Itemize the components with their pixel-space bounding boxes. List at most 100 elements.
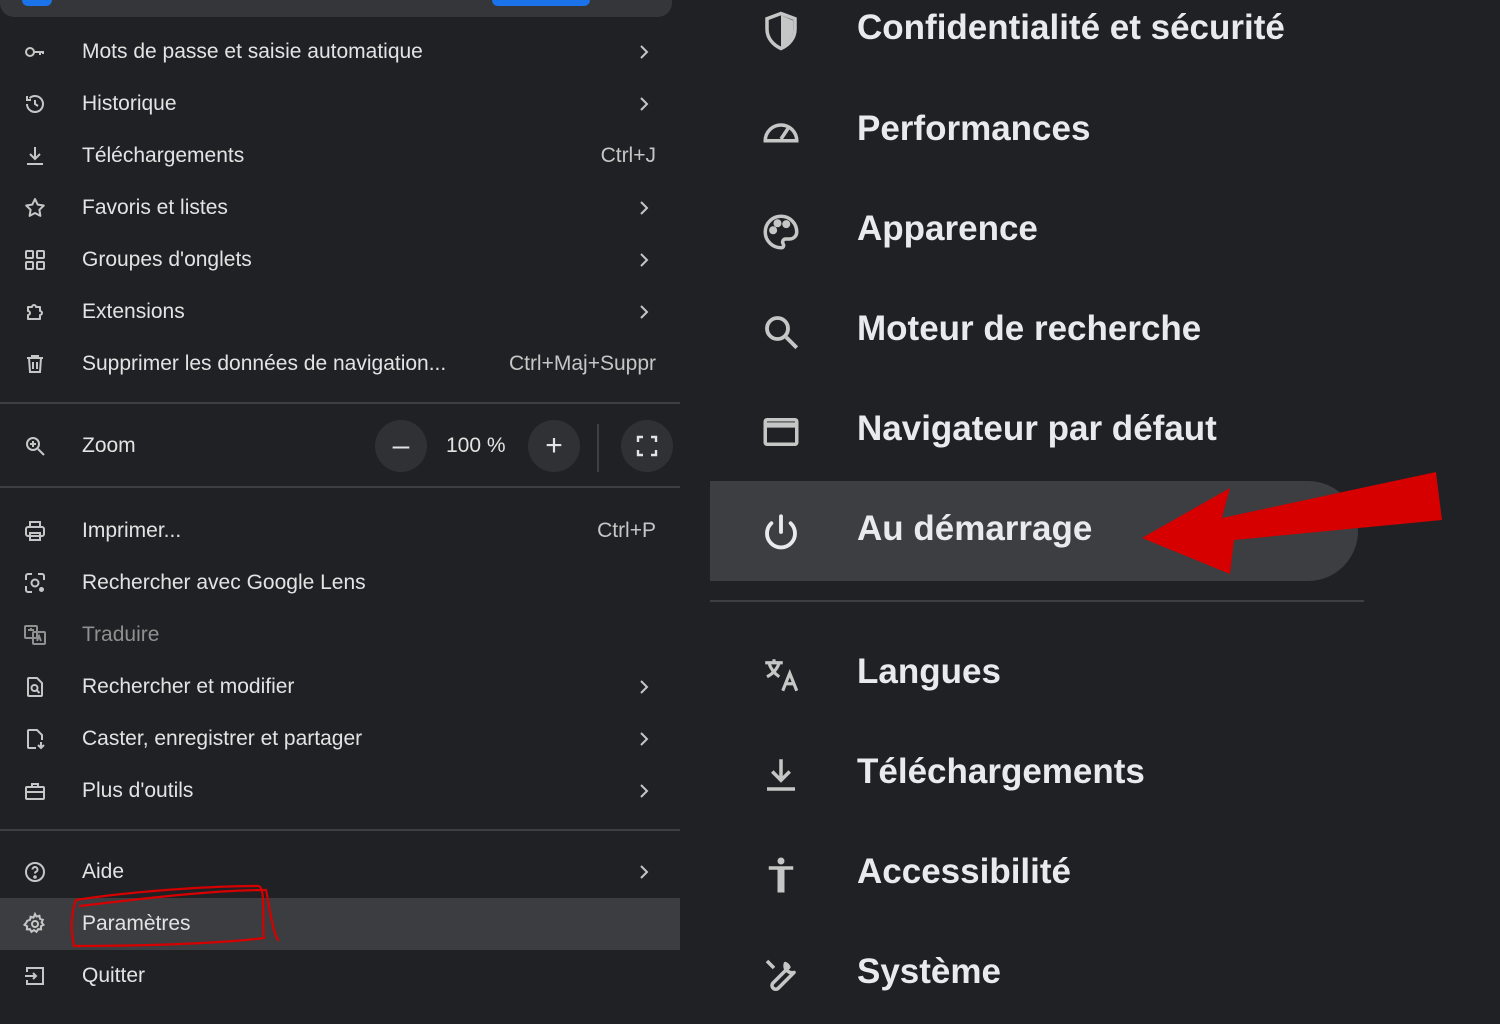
history-icon bbox=[22, 91, 48, 117]
trash-icon bbox=[22, 351, 48, 377]
fullscreen-button[interactable] bbox=[621, 420, 673, 472]
translate-icon bbox=[22, 622, 48, 648]
menu-item-label: Imprimer... bbox=[82, 519, 182, 542]
settings-item-system[interactable]: Système bbox=[710, 924, 1358, 1024]
zoom-separator bbox=[597, 424, 599, 472]
menu-item-passwords[interactable]: Mots de passe et saisie automatique bbox=[0, 26, 680, 78]
power-icon bbox=[758, 509, 804, 555]
menu-item-settings[interactable]: Paramètres bbox=[0, 898, 680, 950]
zoom-icon bbox=[22, 433, 48, 459]
chevron-right-icon bbox=[640, 865, 649, 879]
shortcut-text: Ctrl+J bbox=[600, 144, 656, 167]
menu-item-google-lens[interactable]: Rechercher avec Google Lens bbox=[0, 557, 680, 609]
zoom-out-button[interactable]: – bbox=[375, 420, 427, 472]
settings-item-default-browser[interactable]: Navigateur par défaut bbox=[710, 381, 1358, 481]
settings-item-label: Accessibilité bbox=[857, 852, 1071, 891]
avatar[interactable] bbox=[22, 0, 52, 6]
menu-divider bbox=[0, 486, 680, 488]
settings-item-label: Apparence bbox=[857, 209, 1038, 248]
menu-item-label: Téléchargements bbox=[82, 144, 245, 167]
star-icon bbox=[22, 195, 48, 221]
menu-item-bookmarks[interactable]: Favoris et listes bbox=[0, 182, 680, 234]
menu-item-label: Aide bbox=[82, 860, 125, 883]
settings-navigation: Confidentialité et sécurité Performances… bbox=[680, 0, 1500, 1000]
chevron-right-icon bbox=[640, 305, 649, 319]
shield-icon bbox=[758, 8, 804, 54]
tab-groups-icon bbox=[22, 247, 48, 273]
chevron-right-icon bbox=[640, 784, 649, 798]
menu-item-label: Groupes d'onglets bbox=[82, 248, 252, 271]
menu-item-clear-browsing-data[interactable]: Supprimer les données de navigation... C… bbox=[0, 338, 680, 390]
settings-item-label: Confidentialité et sécurité bbox=[857, 8, 1285, 47]
settings-item-label: Performances bbox=[857, 109, 1091, 148]
zoom-label: Zoom bbox=[82, 434, 136, 457]
menu-item-label: Extensions bbox=[82, 300, 185, 323]
fullscreen-icon bbox=[636, 435, 658, 457]
browser-window-icon bbox=[758, 409, 804, 455]
settings-item-label: Système bbox=[857, 952, 1001, 991]
chevron-right-icon bbox=[640, 45, 649, 59]
wrench-icon bbox=[758, 952, 804, 998]
zoom-value: 100 % bbox=[446, 434, 506, 457]
zoom-in-button[interactable]: + bbox=[528, 420, 580, 472]
settings-item-on-startup[interactable]: Au démarrage bbox=[710, 481, 1358, 581]
menu-item-label: Traduire bbox=[82, 623, 160, 646]
settings-item-appearance[interactable]: Apparence bbox=[710, 181, 1358, 281]
menu-item-label: Quitter bbox=[82, 964, 146, 987]
download-icon bbox=[22, 143, 48, 169]
chevron-right-icon bbox=[640, 680, 649, 694]
settings-item-label: Moteur de recherche bbox=[857, 309, 1202, 348]
sync-button[interactable] bbox=[492, 0, 590, 6]
menu-item-label: Mots de passe et saisie automatique bbox=[82, 40, 423, 63]
accessibility-icon bbox=[758, 852, 804, 898]
toolbox-icon bbox=[22, 778, 48, 804]
menu-item-cast-save-share[interactable]: Caster, enregistrer et partager bbox=[0, 713, 680, 765]
menu-item-extensions[interactable]: Extensions bbox=[0, 286, 680, 338]
chevron-right-icon bbox=[640, 253, 649, 267]
settings-item-label: Au démarrage bbox=[857, 509, 1093, 548]
profile-row-remnant bbox=[0, 0, 672, 17]
chrome-main-menu: Mots de passe et saisie automatique Hist… bbox=[0, 0, 680, 1000]
zoom-row: Zoom – 100 % + bbox=[0, 420, 680, 472]
settings-item-label: Langues bbox=[857, 652, 1001, 691]
gear-icon bbox=[22, 911, 48, 937]
help-icon bbox=[22, 859, 48, 885]
chevron-right-icon bbox=[640, 732, 649, 746]
download-icon bbox=[758, 752, 804, 798]
menu-item-label: Paramètres bbox=[82, 912, 191, 935]
settings-item-search-engine[interactable]: Moteur de recherche bbox=[710, 281, 1358, 381]
key-icon bbox=[22, 39, 48, 65]
menu-item-translate[interactable]: Traduire bbox=[0, 609, 680, 661]
menu-item-print[interactable]: Imprimer... Ctrl+P bbox=[0, 505, 680, 557]
cast-save-icon bbox=[22, 726, 48, 752]
menu-item-label: Supprimer les données de navigation... bbox=[82, 352, 447, 375]
menu-item-label: Historique bbox=[82, 92, 177, 115]
settings-item-accessibility[interactable]: Accessibilité bbox=[710, 824, 1358, 924]
menu-item-label: Caster, enregistrer et partager bbox=[82, 727, 363, 750]
puzzle-icon bbox=[22, 299, 48, 325]
settings-item-privacy[interactable]: Confidentialité et sécurité bbox=[710, 0, 1358, 80]
translate-icon bbox=[758, 652, 804, 698]
exit-icon bbox=[22, 963, 48, 989]
settings-item-downloads[interactable]: Téléchargements bbox=[710, 724, 1358, 824]
menu-item-help[interactable]: Aide bbox=[0, 846, 680, 898]
google-lens-icon bbox=[22, 570, 48, 596]
menu-item-more-tools[interactable]: Plus d'outils bbox=[0, 765, 680, 817]
chevron-right-icon bbox=[640, 97, 649, 111]
menu-item-quit[interactable]: Quitter bbox=[0, 950, 680, 1002]
menu-item-history[interactable]: Historique bbox=[0, 78, 680, 130]
speedometer-icon bbox=[758, 109, 804, 155]
settings-item-languages[interactable]: Langues bbox=[710, 624, 1358, 724]
search-icon bbox=[758, 309, 804, 355]
menu-item-label: Rechercher avec Google Lens bbox=[82, 571, 366, 594]
menu-item-downloads[interactable]: Téléchargements Ctrl+J bbox=[0, 130, 680, 182]
find-in-page-icon bbox=[22, 674, 48, 700]
settings-item-label: Téléchargements bbox=[857, 752, 1145, 791]
menu-item-label: Favoris et listes bbox=[82, 196, 228, 219]
settings-item-performance[interactable]: Performances bbox=[710, 81, 1358, 181]
menu-divider bbox=[0, 829, 680, 831]
menu-item-find-and-edit[interactable]: Rechercher et modifier bbox=[0, 661, 680, 713]
shortcut-text: Ctrl+P bbox=[597, 519, 656, 542]
menu-item-tab-groups[interactable]: Groupes d'onglets bbox=[0, 234, 680, 286]
settings-divider bbox=[710, 600, 1364, 602]
